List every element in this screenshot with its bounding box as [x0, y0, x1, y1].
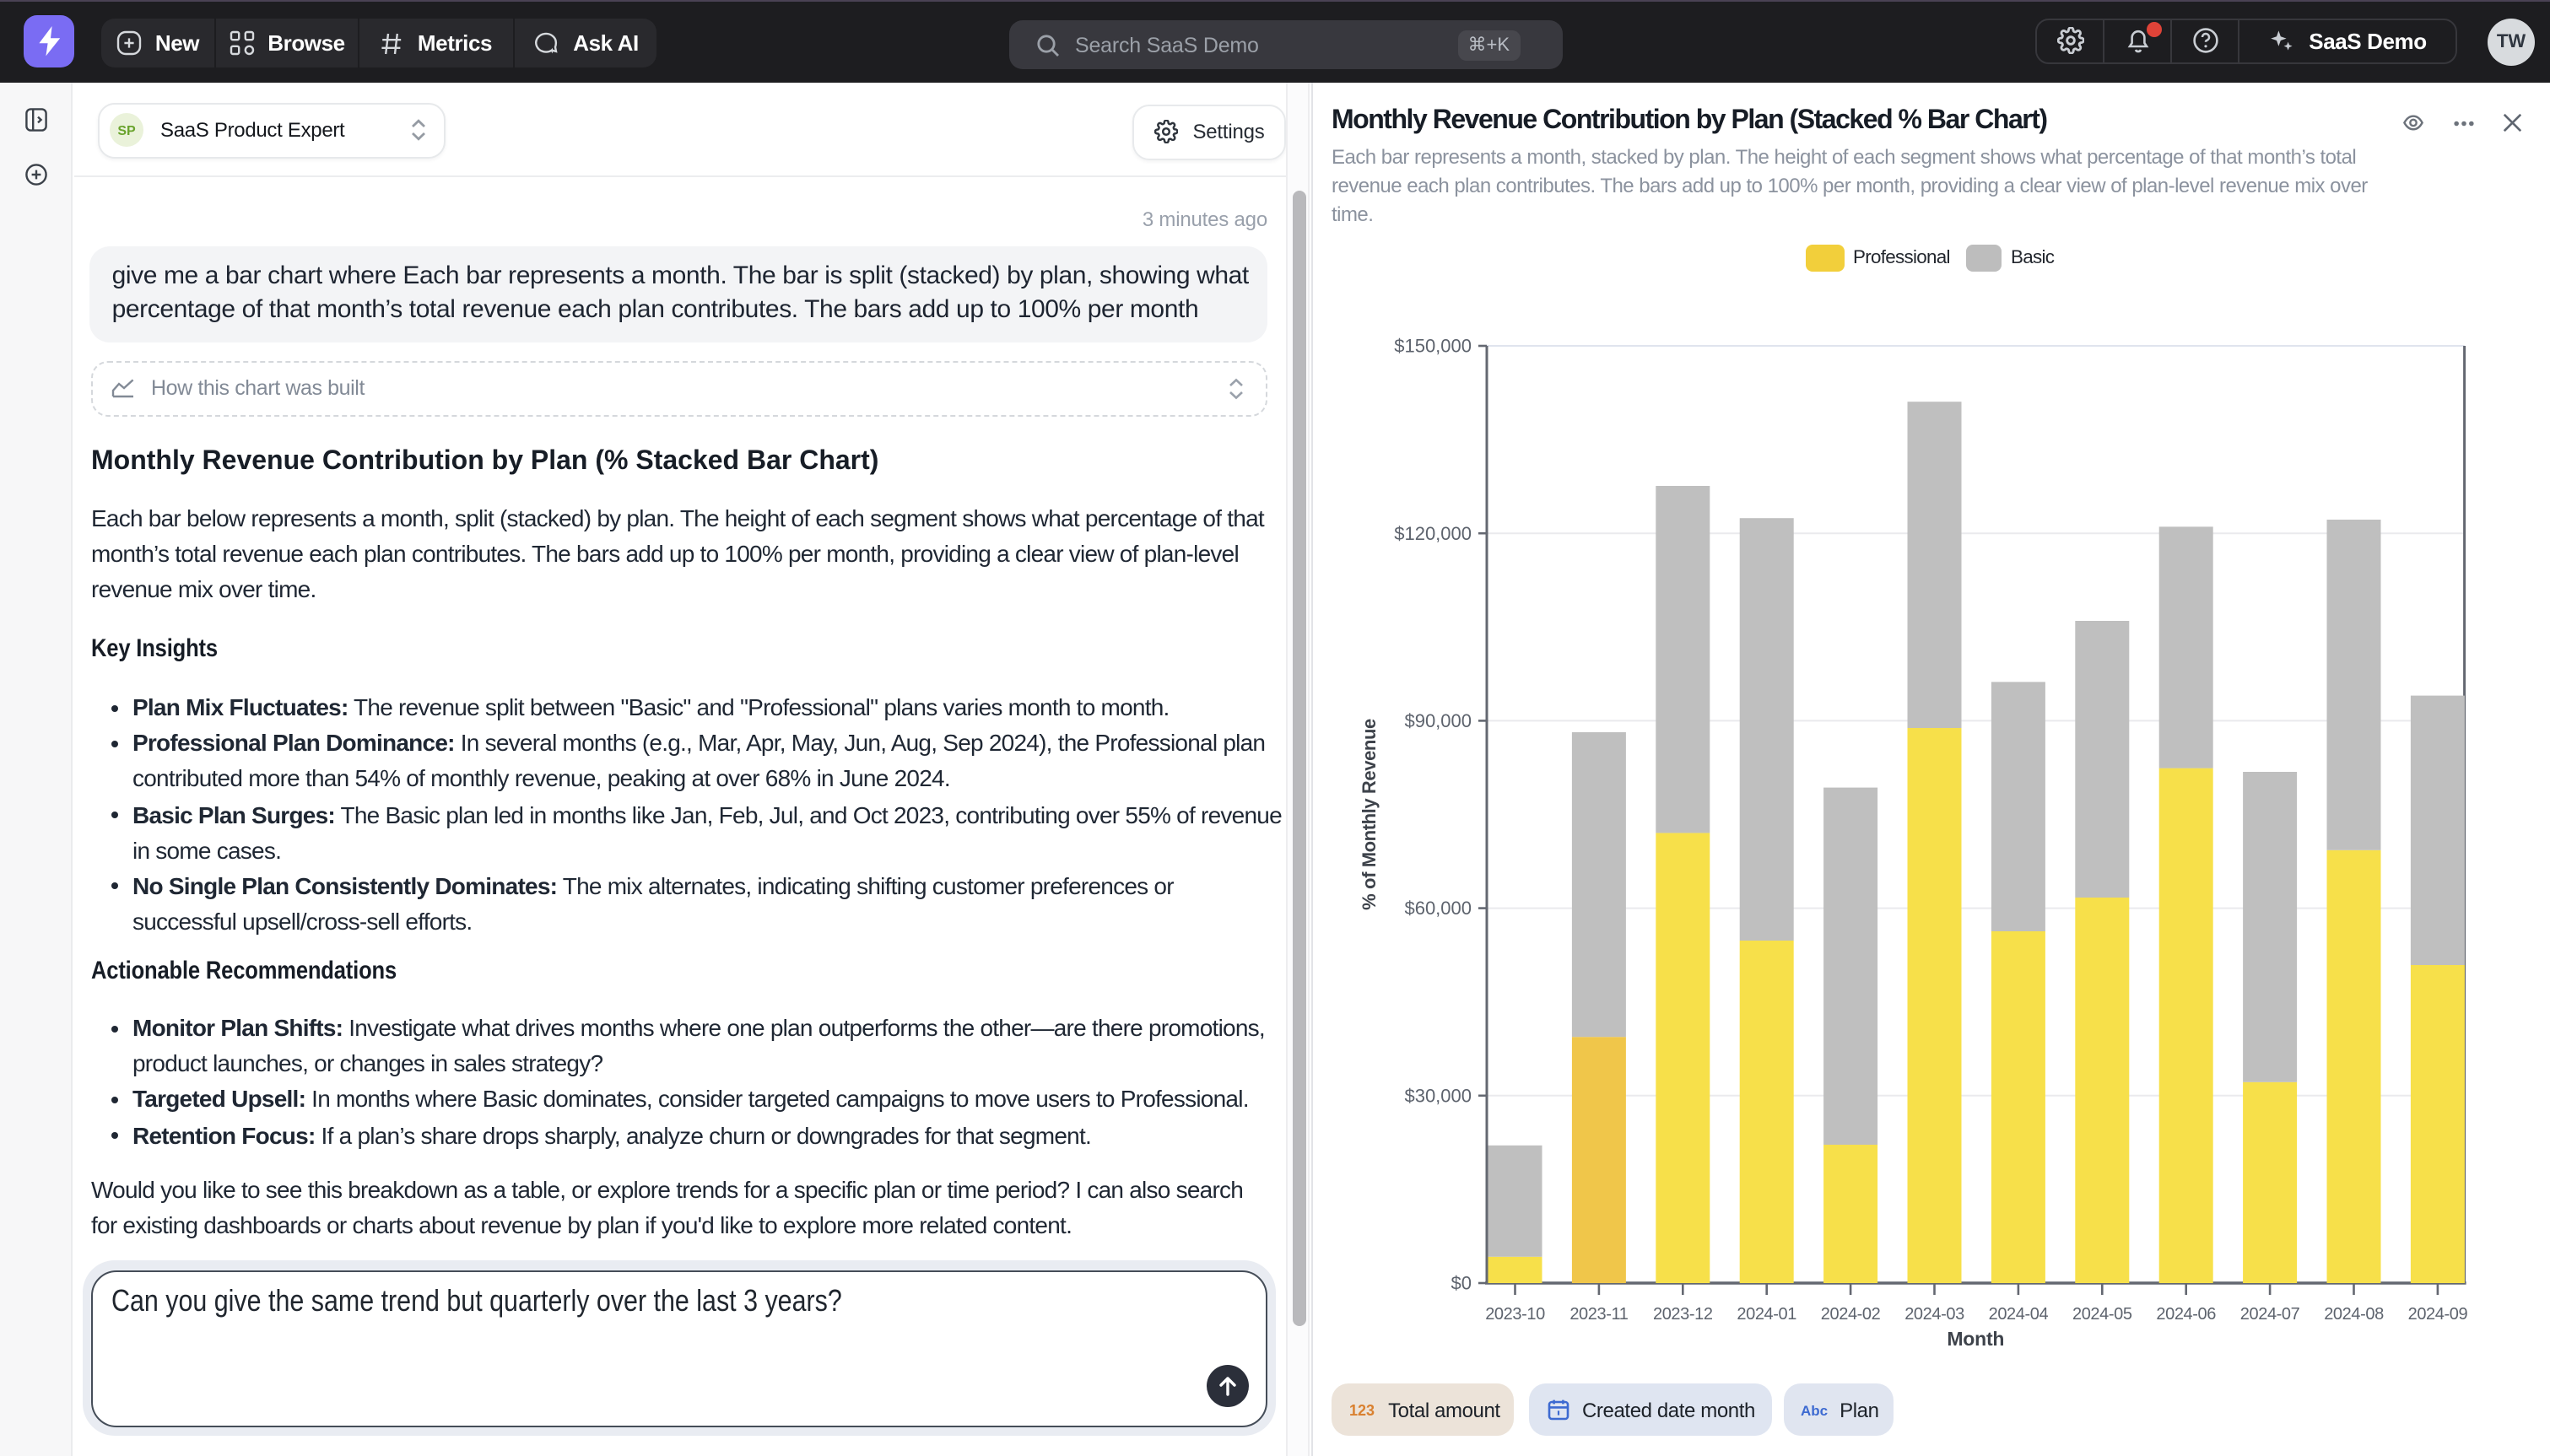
svg-text:2024-03: 2024-03: [1904, 1305, 1964, 1324]
svg-text:$0: $0: [1451, 1273, 1472, 1294]
svg-text:$150,000: $150,000: [1394, 336, 1472, 357]
svg-text:2023-12: 2023-12: [1653, 1305, 1713, 1324]
svg-text:2024-06: 2024-06: [2156, 1305, 2216, 1324]
svg-text:Month: Month: [1947, 1328, 2004, 1350]
svg-text:$120,000: $120,000: [1394, 523, 1472, 544]
svg-text:$90,000: $90,000: [1404, 710, 1472, 731]
svg-text:2023-10: 2023-10: [1485, 1305, 1545, 1324]
svg-text:$60,000: $60,000: [1404, 898, 1472, 919]
svg-text:2024-02: 2024-02: [1821, 1305, 1881, 1324]
svg-text:2024-07: 2024-07: [2240, 1305, 2300, 1324]
svg-text:% of Monthly Revenue: % of Monthly Revenue: [1359, 719, 1380, 910]
svg-text:2024-09: 2024-09: [2408, 1305, 2468, 1324]
svg-text:2024-01: 2024-01: [1737, 1305, 1796, 1324]
svg-text:2024-08: 2024-08: [2324, 1305, 2384, 1324]
svg-text:2024-05: 2024-05: [2072, 1305, 2132, 1324]
svg-text:2023-11: 2023-11: [1569, 1305, 1628, 1324]
svg-text:2024-04: 2024-04: [1989, 1305, 2049, 1324]
svg-text:$30,000: $30,000: [1404, 1085, 1472, 1106]
